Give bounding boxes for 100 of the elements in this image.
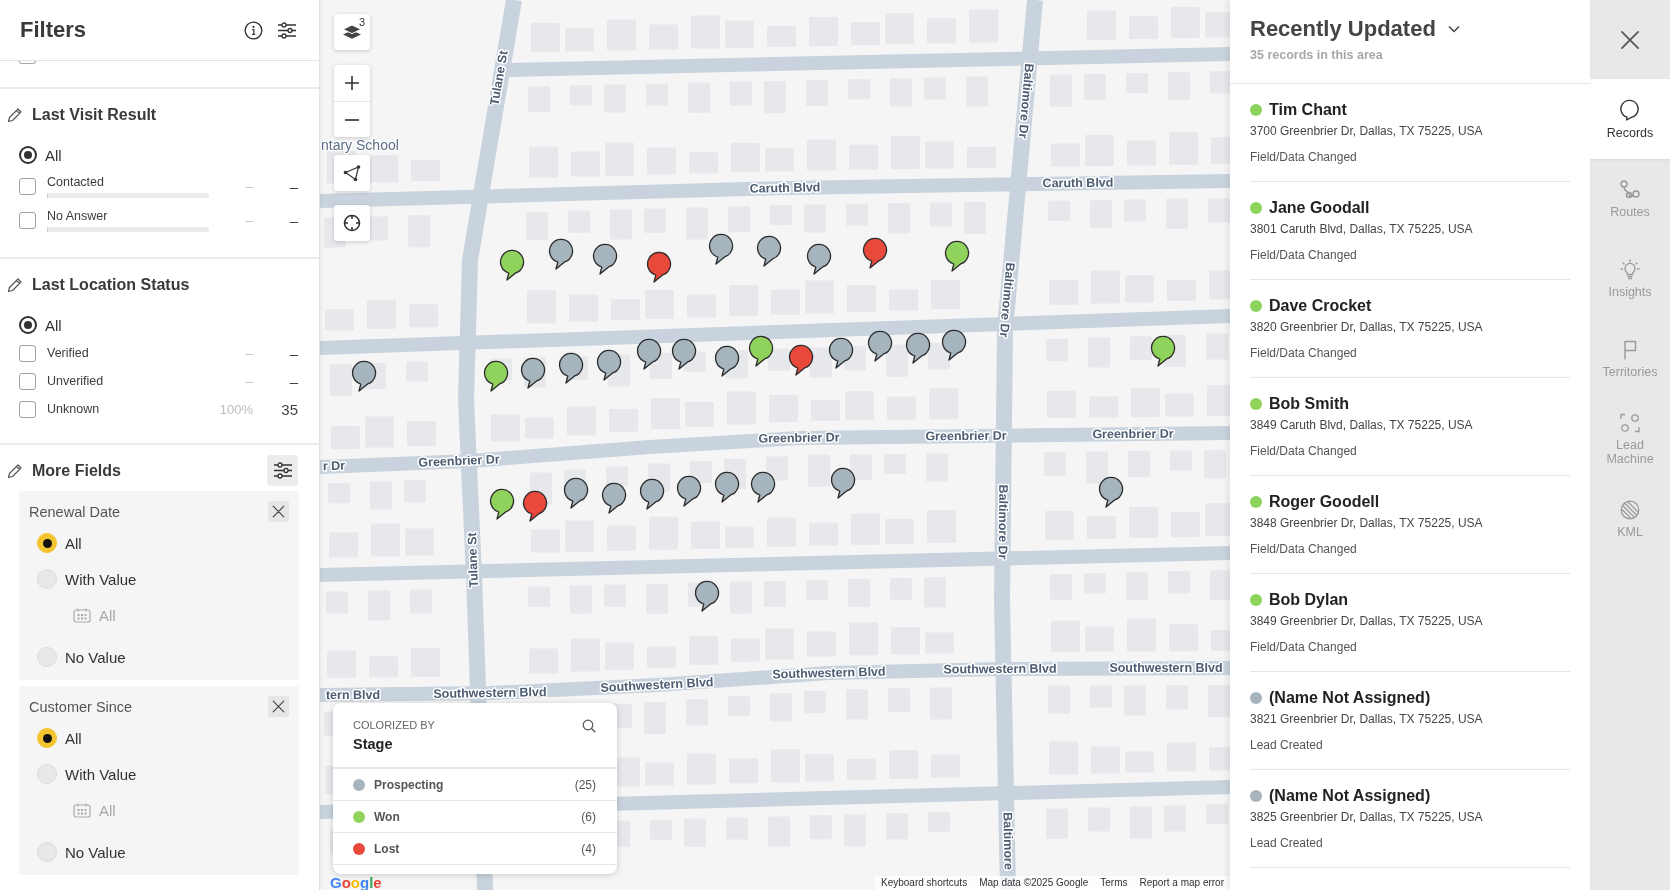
record-address: 3825 Greenbrier Dr, Dallas, TX 75225, USA (1250, 809, 1483, 825)
building (1086, 451, 1108, 484)
street-label: Caruth Blvd (749, 180, 821, 196)
record-address: 3700 Greenbrier Dr, Dallas, TX 75225, USA (1250, 123, 1483, 139)
field-settings-button[interactable] (267, 455, 298, 486)
map-pin-icon[interactable] (867, 330, 893, 362)
record-name[interactable]: Jane Goodall (1269, 199, 1370, 217)
map-pin-icon[interactable] (756, 235, 782, 267)
record-name[interactable]: (Name Not Assigned) (1269, 787, 1431, 805)
map-pin-icon[interactable] (499, 249, 525, 281)
panel-title[interactable]: Recently Updated (1250, 16, 1436, 42)
street-label: Southwestern Blvd (600, 675, 714, 695)
record-name[interactable]: Dave Crocket (1269, 297, 1372, 315)
flag-icon (1622, 339, 1638, 360)
map-pin-icon[interactable] (748, 335, 774, 367)
map-pin-icon[interactable] (750, 471, 776, 503)
street-label: Southwestern Blvd (772, 664, 886, 682)
map-pin-icon[interactable] (1150, 335, 1176, 367)
map-pin-icon[interactable] (520, 357, 546, 389)
legend-label: Prospecting (374, 777, 445, 792)
record-name[interactable]: Roger Goodell (1269, 493, 1380, 511)
record-address: 3820 Greenbrier Dr, Dallas, TX 75225, USA (1250, 319, 1483, 335)
map-pin-icon[interactable] (714, 471, 740, 503)
map-pin-icon[interactable] (862, 237, 888, 269)
map-pin-icon[interactable] (596, 349, 622, 381)
draw-area-button[interactable] (334, 155, 370, 191)
option-label: All (65, 729, 82, 747)
map-pin-icon[interactable] (548, 238, 574, 270)
map-pin-icon[interactable] (671, 338, 697, 370)
building (1210, 570, 1230, 601)
map-pin-icon[interactable] (489, 488, 515, 520)
map-pin-icon[interactable] (1098, 476, 1124, 508)
map-pin-icon[interactable] (905, 332, 931, 364)
map-pin-icon[interactable] (806, 243, 832, 275)
radio-button[interactable] (19, 146, 37, 164)
record-address: 3821 Greenbrier Dr, Dallas, TX 75225, USA (1250, 711, 1483, 727)
map-footer-link[interactable]: Keyboard shortcuts (881, 877, 968, 889)
map-pin-icon[interactable] (558, 352, 584, 384)
map-pin-icon[interactable] (351, 360, 377, 392)
map-footer-link[interactable]: Terms (1100, 877, 1128, 889)
map-pin-icon[interactable] (676, 475, 702, 507)
street-label: Tulane St (487, 49, 511, 107)
info-icon[interactable] (244, 20, 263, 40)
pencil-icon[interactable] (7, 462, 23, 479)
field-title: Renewal Date (29, 503, 121, 520)
partial-checkbox[interactable] (19, 61, 36, 64)
map-pin-icon[interactable] (828, 337, 854, 369)
option-label: Unknown (47, 401, 101, 417)
chevron-down-icon[interactable] (1447, 25, 1460, 33)
frame-circles-icon (1620, 412, 1640, 433)
map-pin-icon[interactable] (788, 344, 814, 376)
pencil-icon[interactable] (7, 277, 23, 293)
checkbox[interactable] (19, 400, 36, 418)
legend-count: (6) (581, 809, 596, 824)
pencil-icon[interactable] (7, 107, 23, 123)
checkbox[interactable] (19, 177, 36, 195)
map-pin-icon[interactable] (941, 329, 967, 361)
map-pin-icon[interactable] (708, 233, 734, 265)
map-pin-icon[interactable] (636, 338, 662, 370)
map-pin-icon[interactable] (714, 345, 740, 377)
record-name[interactable]: Tim Chant (1269, 101, 1347, 119)
record-name[interactable]: Bob Smith (1269, 395, 1349, 413)
record-name[interactable]: Bob Dylan (1269, 591, 1349, 609)
close-icon (1620, 29, 1640, 50)
map-pin-icon[interactable] (646, 251, 672, 283)
radio-button[interactable] (19, 316, 37, 334)
locate-button[interactable] (334, 205, 370, 241)
field-title: Customer Since (29, 698, 133, 715)
map-pin-icon[interactable] (830, 467, 856, 499)
search-icon[interactable] (582, 719, 596, 733)
map-pin-icon[interactable] (592, 243, 618, 275)
record-name[interactable]: (Name Not Assigned) (1269, 689, 1431, 707)
checkbox[interactable] (19, 372, 36, 390)
layers-button[interactable]: 3 (334, 14, 370, 50)
lightbulb-icon (1620, 259, 1640, 280)
record-activity: Field/Data Changed (1250, 247, 1357, 263)
sliders-icon[interactable] (277, 21, 297, 39)
record-activity: Field/Data Changed (1250, 541, 1357, 557)
legend-field[interactable]: Stage (353, 735, 435, 753)
record-activity: Lead Created (1250, 835, 1323, 851)
option-label: No Value (65, 648, 126, 666)
nav-tab[interactable]: Records (1590, 79, 1670, 159)
count-value: 35 (280, 400, 298, 418)
map-pin-icon[interactable] (483, 360, 509, 392)
map-pin-icon[interactable] (944, 240, 970, 272)
map-pin-icon[interactable] (522, 490, 548, 522)
map-footer-link[interactable]: Map data ©2025 Google (979, 877, 1089, 889)
map-pin-icon[interactable] (563, 477, 589, 509)
map-pin-icon[interactable] (694, 580, 720, 612)
checkbox[interactable] (19, 211, 36, 229)
remove-field-button[interactable] (268, 501, 289, 522)
map-pin-icon[interactable] (639, 478, 665, 510)
street-label: Southwestern Blvd (943, 661, 1057, 677)
building (766, 456, 788, 481)
map-pin-icon[interactable] (601, 482, 627, 514)
map-footer-link[interactable]: Report a map error (1139, 877, 1224, 889)
building (1208, 685, 1230, 718)
remove-field-button[interactable] (268, 696, 289, 717)
option-label: All (45, 316, 62, 334)
checkbox[interactable] (19, 344, 36, 362)
